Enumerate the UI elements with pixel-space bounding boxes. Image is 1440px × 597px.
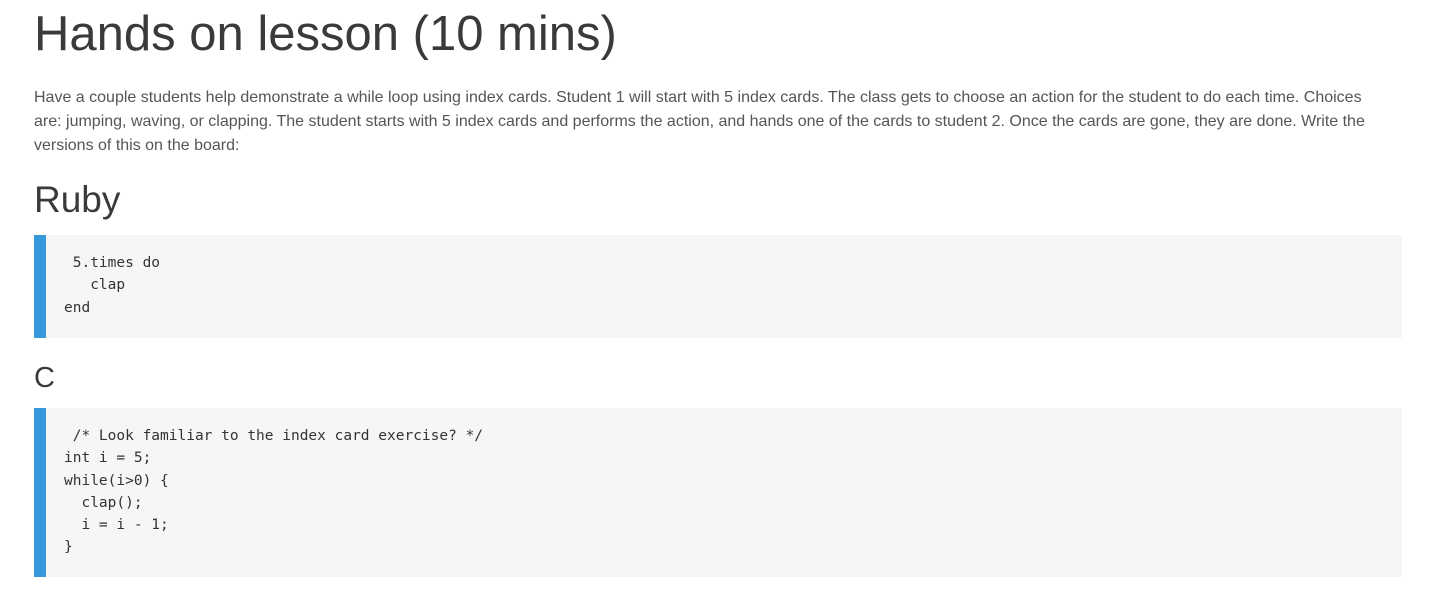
ruby-code[interactable]: 5.times do clap end	[46, 235, 1402, 319]
c-code-block: /* Look familiar to the index card exerc…	[34, 408, 1402, 577]
ruby-section-heading: Ruby	[34, 179, 121, 220]
ruby-code-block: 5.times do clap end	[34, 235, 1402, 338]
page-title: Hands on lesson (10 mins)	[34, 7, 617, 61]
c-section-heading: C	[34, 362, 55, 394]
intro-paragraph: Have a couple students help demonstrate …	[34, 89, 1365, 154]
c-code[interactable]: /* Look familiar to the index card exerc…	[46, 408, 1402, 559]
